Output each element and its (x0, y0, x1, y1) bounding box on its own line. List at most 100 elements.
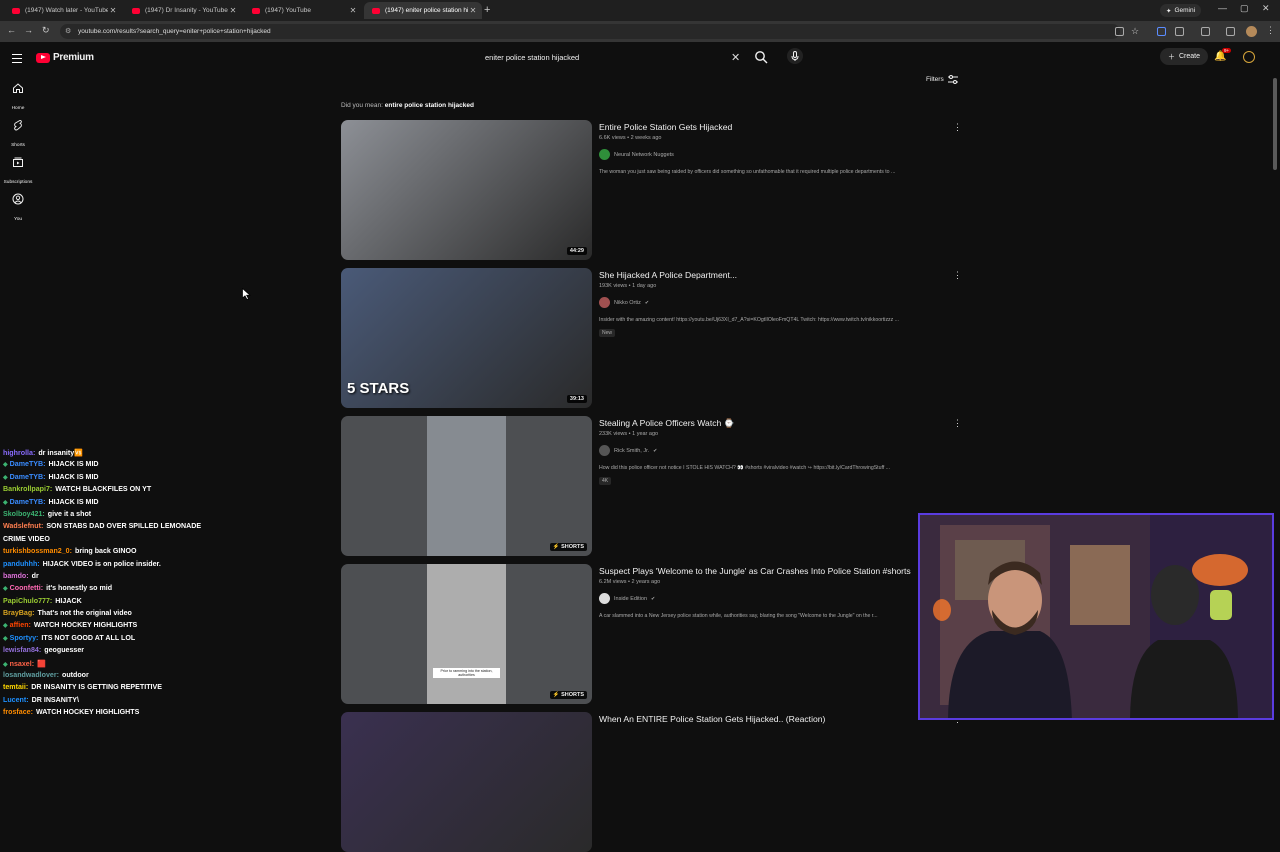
more-actions-icon[interactable]: ⋮ (953, 122, 962, 133)
chat-message: BrayBag: That's not the original video (0, 609, 300, 621)
browser-menu-icon[interactable]: ⋮ (1266, 25, 1275, 36)
chat-username[interactable]: DameTYB: (10, 498, 46, 506)
video-thumbnail[interactable]: ⚡ SHORTS (341, 416, 592, 556)
channel-name[interactable]: Nikko Ortiz (614, 300, 641, 306)
sidebar-icon[interactable] (1201, 27, 1210, 36)
browser-tab[interactable]: (1947) YouTube ✕ (244, 2, 362, 19)
video-result[interactable]: ⚡ SHORTS Stealing A Police Officers Watch… (341, 416, 962, 556)
chat-username[interactable]: panduhhh: (3, 560, 40, 568)
page-scrollbar[interactable] (1273, 78, 1277, 170)
chat-username[interactable]: DameTYB: (10, 473, 46, 481)
channel-row[interactable]: Rick Smith, Jr. ✔ (599, 445, 657, 456)
chat-username[interactable]: DameTYB: (10, 460, 46, 468)
channel-row[interactable]: Neural Network Nuggets (599, 149, 674, 160)
chat-text: ITS NOT GOOD AT ALL LOL (41, 633, 136, 642)
chat-username[interactable]: Skolboy421: (3, 510, 45, 518)
rail-item-you[interactable]: You (0, 193, 36, 225)
close-tab-icon[interactable]: ✕ (348, 6, 358, 15)
video-title[interactable]: Suspect Plays 'Welcome to the Jungle' as… (599, 566, 919, 576)
did-you-mean-prefix: Did you mean: (341, 102, 383, 109)
search-input[interactable]: eniter police station hijacked (478, 47, 748, 68)
rail-item-home[interactable]: Home (0, 82, 36, 114)
channel-avatar[interactable] (599, 593, 610, 604)
chat-username[interactable]: Lucent: (3, 696, 29, 704)
video-description: The woman you just saw being raided by o… (599, 169, 896, 175)
more-actions-icon[interactable]: ⋮ (953, 418, 962, 429)
channel-row[interactable]: Nikko Ortiz ✔ (599, 297, 649, 308)
chat-badge-icon: ◆ (3, 623, 8, 630)
chat-username[interactable]: affien: (10, 621, 31, 629)
forward-icon[interactable]: → (24, 25, 33, 35)
maximize-icon[interactable]: ▢ (1240, 3, 1249, 14)
chat-username[interactable]: frosface: (3, 708, 33, 716)
video-result[interactable]: 5 STARS 39:13 She Hijacked A Police Depart… (341, 268, 962, 408)
did-you-mean-link[interactable]: entire police station hijacked (385, 102, 474, 109)
create-button[interactable]: ＋ Create (1160, 48, 1209, 65)
chat-text: bring back GINOO (75, 547, 137, 556)
chat-username[interactable]: Wadslefnut: (3, 522, 43, 530)
chat-username[interactable]: Coonfetti: (10, 584, 44, 592)
video-result[interactable]: 44:29 Entire Police Station Gets Hijacked… (341, 120, 962, 260)
bookmark-star-icon[interactable]: ☆ (1131, 26, 1139, 37)
address-bar[interactable]: ⚙ youtube.com/results?search_query=enite… (60, 24, 1120, 39)
close-tab-icon[interactable]: ✕ (468, 6, 478, 15)
video-thumbnail[interactable] (341, 712, 592, 852)
close-window-icon[interactable]: ✕ (1262, 3, 1270, 14)
account-avatar[interactable] (1243, 51, 1255, 63)
browser-tab[interactable]: (1947) Watch later - YouTube ✕ (4, 2, 122, 19)
channel-row[interactable]: Inside Edition ✔ (599, 593, 655, 604)
channel-avatar[interactable] (599, 445, 610, 456)
voice-search-button[interactable] (787, 48, 803, 64)
video-title[interactable]: When An ENTIRE Police Station Gets Hijac… (599, 714, 919, 724)
video-title[interactable]: Entire Police Station Gets Hijacked (599, 122, 919, 132)
rail-item-subscriptions[interactable]: Subscriptions (0, 156, 36, 188)
clear-search-icon[interactable]: ✕ (731, 51, 740, 64)
channel-name[interactable]: Rick Smith, Jr. (614, 448, 649, 454)
channel-name[interactable]: Inside Edition (614, 596, 647, 602)
chat-username[interactable]: highrolla: (3, 449, 35, 457)
chat-text: HIJACK (55, 596, 82, 605)
close-tab-icon[interactable]: ✕ (228, 6, 238, 15)
browser-tab[interactable]: (1947) Dr Insanity - YouTube ✕ (124, 2, 242, 19)
video-title[interactable]: Stealing A Police Officers Watch ⌚ (599, 418, 919, 429)
site-info-icon[interactable]: ⚙ (65, 27, 71, 35)
new-tab-button[interactable]: + (484, 4, 490, 16)
chat-username[interactable]: lewisfan84: (3, 646, 41, 654)
search-icon[interactable] (754, 50, 768, 64)
rail-item-shorts[interactable]: Shorts (0, 119, 36, 151)
video-thumbnail[interactable]: 5 STARS 39:13 (341, 268, 592, 408)
video-result[interactable]: When An ENTIRE Police Station Gets Hijac… (341, 712, 962, 852)
chat-username[interactable]: nsaxel: (10, 660, 34, 668)
chat-username[interactable]: Bankrollpapi7: (3, 485, 52, 493)
chat-username[interactable]: Sportyy: (10, 634, 39, 642)
browser-tab[interactable]: (1947) eniter police station hija...✕ (364, 2, 482, 19)
back-icon[interactable]: ← (7, 25, 16, 35)
filters-button[interactable]: Filters (926, 75, 958, 84)
chat-username[interactable]: turkishbossman2_0: (3, 547, 72, 555)
extension-icon[interactable] (1157, 27, 1166, 36)
gemini-button[interactable]: ✦ Gemini (1160, 4, 1202, 17)
video-result[interactable]: Prior to ramming into the station, autho… (341, 564, 962, 704)
channel-avatar[interactable] (599, 297, 610, 308)
minimize-icon[interactable]: — (1218, 3, 1227, 13)
video-title[interactable]: She Hijacked A Police Department... (599, 270, 919, 280)
youtube-logo[interactable]: Premium (36, 52, 94, 63)
reload-icon[interactable]: ↻ (42, 25, 50, 36)
chat-username[interactable]: losandwadlover: (3, 671, 59, 679)
channel-avatar[interactable] (599, 149, 610, 160)
more-actions-icon[interactable]: ⋮ (953, 270, 962, 281)
menu-icon[interactable] (12, 54, 22, 65)
chat-username[interactable]: BrayBag: (3, 609, 35, 617)
chat-text: WATCH BLACKFILES ON YT (55, 485, 152, 494)
chat-username[interactable]: PapiChulo777: (3, 597, 52, 605)
channel-name[interactable]: Neural Network Nuggets (614, 152, 674, 158)
extensions-puzzle-icon[interactable] (1175, 27, 1184, 36)
download-icon[interactable] (1226, 27, 1235, 36)
chat-username[interactable]: temtaii: (3, 683, 28, 691)
close-tab-icon[interactable]: ✕ (108, 6, 118, 15)
video-thumbnail[interactable]: 44:29 (341, 120, 592, 260)
video-thumbnail[interactable]: Prior to ramming into the station, autho… (341, 564, 592, 704)
cast-icon[interactable] (1115, 27, 1124, 36)
profile-avatar-icon[interactable] (1246, 26, 1257, 37)
chat-username[interactable]: bamdo: (3, 572, 29, 580)
